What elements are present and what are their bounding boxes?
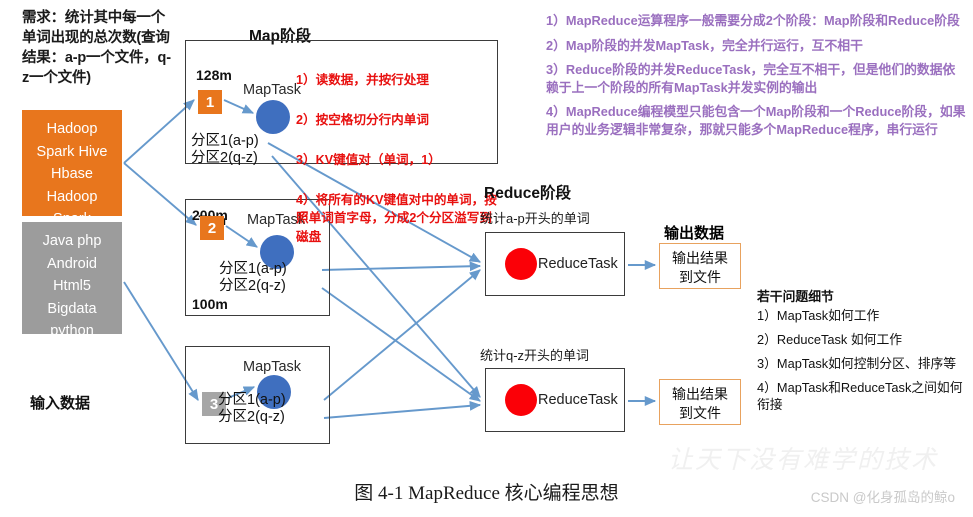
reduce-caption-2: 统计q-z开头的单词 xyxy=(480,348,590,363)
reduce-stage-title: Reduce阶段 xyxy=(484,185,571,202)
output-box-2: 输出结果 到文件 xyxy=(659,379,741,425)
red-note-3: 3）KV键值对（单词，1） xyxy=(296,152,441,167)
output-box-1: 输出结果 到文件 xyxy=(659,243,741,289)
size-label-128m: 128m xyxy=(196,67,232,83)
red-note-4: 4）将所有的KV键值对中的单词，按照单词首字母，分成2个分区溢写到磁盘 xyxy=(296,192,497,244)
red-note-1: 1）读数据，并按行处理 xyxy=(296,72,429,87)
split-chip-1: 1 xyxy=(198,90,222,114)
details-item-4: 4）MapTask和ReduceTask之间如何衔接 xyxy=(757,380,963,412)
csdn-watermark: CSDN @化身孤岛的鲸o xyxy=(810,490,955,505)
map-stage-red-notes: 1）读数据，并按行处理 2）按空格切分行内单词 3）KV键值对（单词，1） 4）… xyxy=(296,52,498,268)
diagram-canvas: 需求：统计其中每一个单词出现的总次数(查询结果：a-p一个文件，q-z一个文件)… xyxy=(0,0,973,517)
input-block-gray: Java php Android Html5 Bigdata python … xyxy=(22,222,122,362)
red-note-2: 2）按空格切分行内单词 xyxy=(296,112,429,127)
partitions-label-2: 分区1(a-p) 分区2(q-z) xyxy=(219,261,287,294)
purple-note-2: 2）Map阶段的并发MapTask，完全并行运行，互不相干 xyxy=(546,37,863,53)
arrow-map3-p2-to-reduce2 xyxy=(323,400,482,419)
details-item-2: 2）ReduceTask 如何工作 xyxy=(757,332,903,347)
details-item-3: 3）MapTask如何控制分区、排序等 xyxy=(757,356,957,371)
details-title: 若干问题细节 xyxy=(757,289,834,304)
purple-note-4: 4）MapReduce编程模型只能包含一个Map阶段和一个Reduce阶段，如果… xyxy=(546,104,966,137)
maptask-label-1: MapTask xyxy=(243,82,302,98)
purple-note-1: 1）MapReduce运算程序一般需要分成2个阶段：Map阶段和Reduce阶段 xyxy=(546,13,960,28)
partitions-label-3: 分区1(a-p) 分区2(q-z) xyxy=(218,392,286,425)
details-list: 若干问题细节 1）MapTask如何工作 2）ReduceTask 如何工作 3… xyxy=(757,288,967,420)
output-data-title: 输出数据 xyxy=(664,225,725,242)
reduce-caption-1: 统计a-p开头的单词 xyxy=(480,211,590,226)
maptask-circle-1 xyxy=(256,100,290,134)
reducetask-circle-1 xyxy=(505,248,537,280)
input-data-label: 输入数据 xyxy=(30,395,91,412)
arrow-input1-to-map1 xyxy=(123,99,195,164)
maptask-label-3: MapTask xyxy=(243,359,302,375)
details-item-1: 1）MapTask如何工作 xyxy=(757,308,880,323)
requirement-text: 需求：统计其中每一个单词出现的总次数(查询结果：a-p一个文件，q-z一个文件) xyxy=(22,10,171,86)
mapreduce-principles-notes: 1）MapReduce运算程序一般需要分成2个阶段：Map阶段和Reduce阶段… xyxy=(546,12,966,145)
reducetask-label-2: ReduceTask xyxy=(538,392,618,408)
reducetask-label-1: ReduceTask xyxy=(538,256,618,272)
split-chip-2: 2 xyxy=(200,216,224,240)
arrow-map3-p1-to-reduce1 xyxy=(323,269,481,401)
arrow-map2-p2-to-reduce2 xyxy=(321,287,481,402)
partitions-label-1: 分区1(a-p) 分区2(q-z) xyxy=(191,133,259,166)
reducetask-circle-2 xyxy=(505,384,537,416)
background-watermark: 让天下没有难学的技术 xyxy=(668,447,939,474)
input-block-orange: Hadoop Spark Hive Hbase Hadoop Spark … xyxy=(22,110,122,250)
purple-note-3: 3）Reduce阶段的并发ReduceTask，完全互不相干，但是他们的数据依赖… xyxy=(546,62,956,95)
